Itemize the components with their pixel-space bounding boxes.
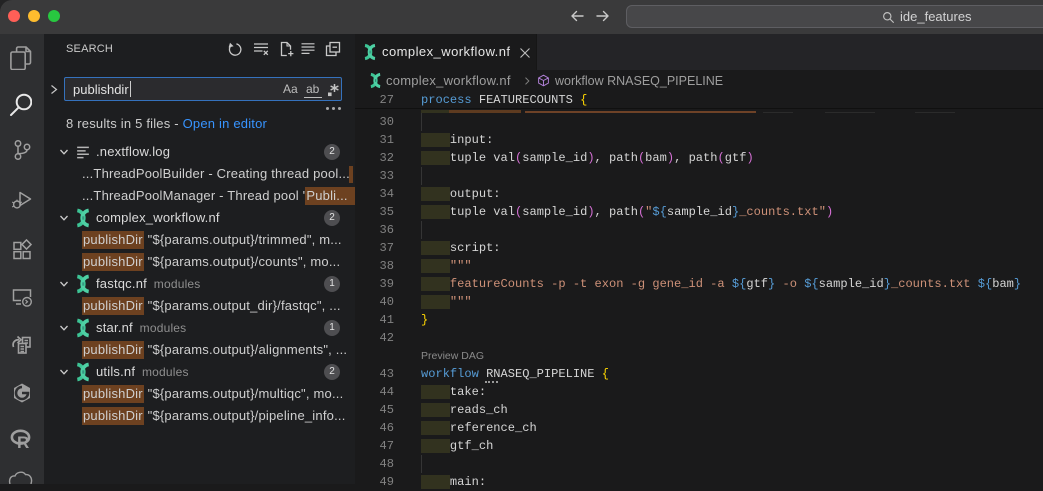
svg-text:R: R <box>17 433 29 452</box>
